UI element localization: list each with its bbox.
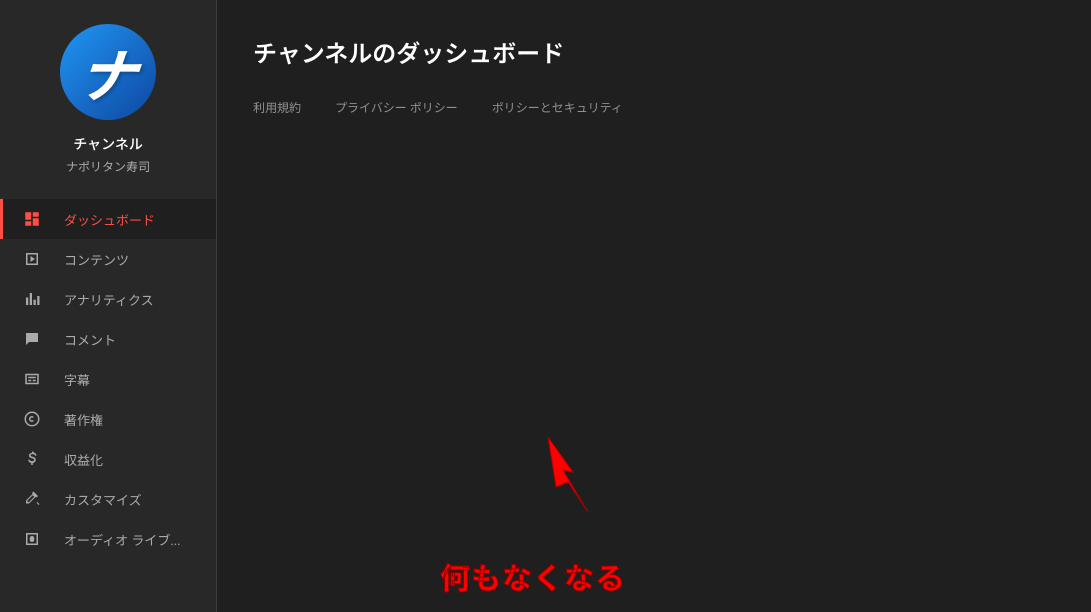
avatar-letter: ナ (75, 30, 140, 114)
sidebar-item-customize[interactable]: カスタマイズ (0, 479, 216, 519)
comment-icon (22, 329, 42, 349)
sidebar: ナ チャンネル ナポリタン寿司 ダッシュボード コンテンツ アナリティクス (0, 0, 217, 612)
sidebar-item-label: コメント (64, 330, 116, 349)
sidebar-item-label: 著作権 (64, 410, 103, 429)
nav-list: ダッシュボード コンテンツ アナリティクス コメント 字幕 (0, 199, 216, 559)
sidebar-item-comments[interactable]: コメント (0, 319, 216, 359)
copyright-icon (22, 409, 42, 429)
audio-icon (22, 529, 42, 549)
page-title: チャンネルのダッシュボード (253, 34, 1055, 69)
footer-link-policy[interactable]: ポリシーとセキュリティ (492, 99, 623, 116)
analytics-icon (22, 289, 42, 309)
footer-link-privacy[interactable]: プライバシー ポリシー (335, 99, 458, 116)
dashboard-icon (22, 209, 42, 229)
sidebar-item-monetize[interactable]: 収益化 (0, 439, 216, 479)
sidebar-item-label: オーディオ ライブ... (64, 530, 181, 549)
sidebar-item-copyright[interactable]: 著作権 (0, 399, 216, 439)
sidebar-item-label: コンテンツ (64, 250, 129, 269)
sidebar-item-label: アナリティクス (64, 290, 154, 309)
sidebar-item-dashboard[interactable]: ダッシュボード (0, 199, 216, 239)
channel-name: ナポリタン寿司 (66, 158, 150, 175)
footer-link-terms[interactable]: 利用規約 (253, 99, 301, 116)
channel-label: チャンネル (73, 134, 143, 154)
footer-links: 利用規約 プライバシー ポリシー ポリシーとセキュリティ (253, 99, 1055, 116)
main-content: チャンネルのダッシュボード 利用規約 プライバシー ポリシー ポリシーとセキュリ… (217, 0, 1091, 612)
sidebar-item-label: 収益化 (64, 450, 103, 469)
sidebar-item-label: カスタマイズ (64, 490, 142, 509)
profile-section: ナ チャンネル ナポリタン寿司 (0, 0, 216, 193)
sidebar-item-content[interactable]: コンテンツ (0, 239, 216, 279)
sidebar-item-analytics[interactable]: アナリティクス (0, 279, 216, 319)
sidebar-item-audio-library[interactable]: オーディオ ライブ... (0, 519, 216, 559)
monetize-icon (22, 449, 42, 469)
content-icon (22, 249, 42, 269)
sidebar-item-label: 字幕 (64, 370, 90, 389)
channel-avatar[interactable]: ナ (60, 24, 156, 120)
customize-icon (22, 489, 42, 509)
sidebar-item-subtitles[interactable]: 字幕 (0, 359, 216, 399)
subtitle-icon (22, 369, 42, 389)
sidebar-item-label: ダッシュボード (64, 210, 155, 229)
